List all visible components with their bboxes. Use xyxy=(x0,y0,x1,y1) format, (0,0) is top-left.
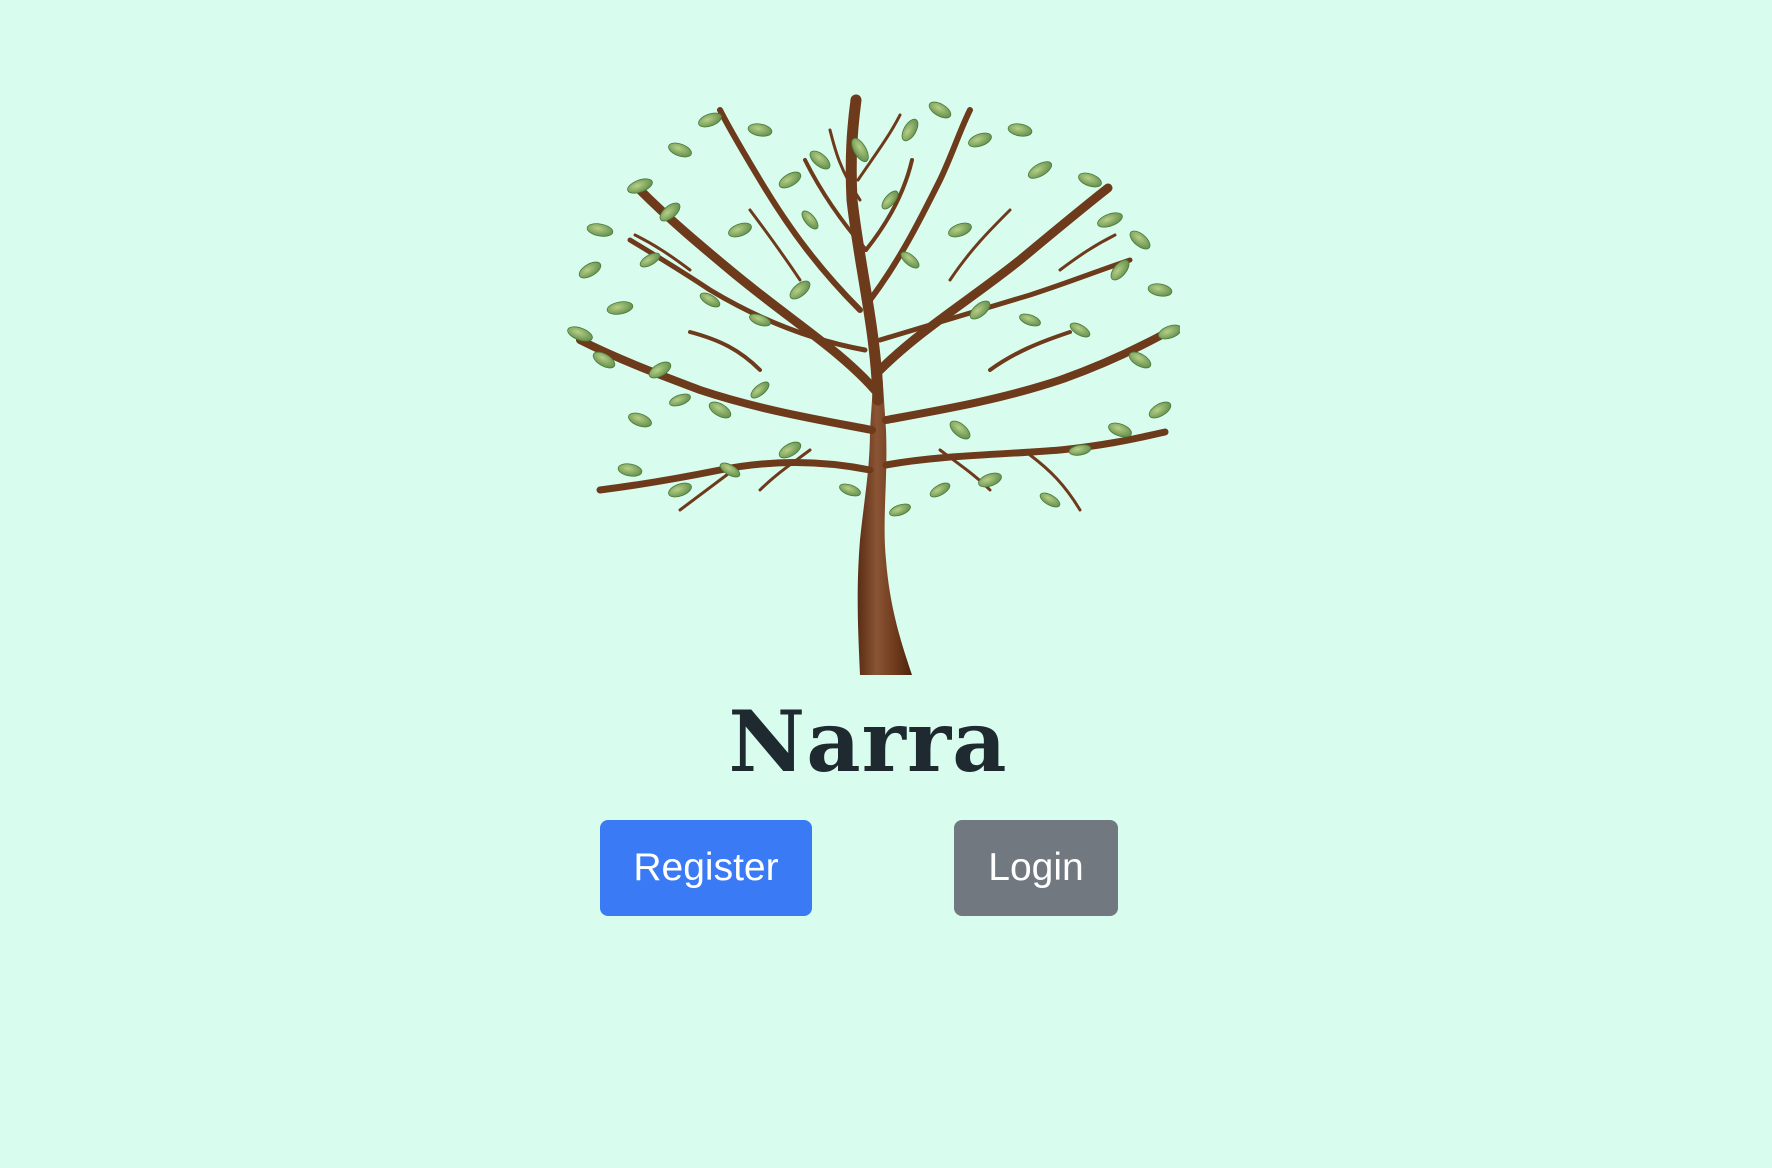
app-title: Narra xyxy=(728,692,1008,791)
login-button[interactable]: Login xyxy=(954,820,1118,916)
register-button[interactable]: Register xyxy=(600,820,812,916)
landing-page: Narra Register Login xyxy=(0,0,1772,1168)
tree-icon xyxy=(567,94,1180,675)
